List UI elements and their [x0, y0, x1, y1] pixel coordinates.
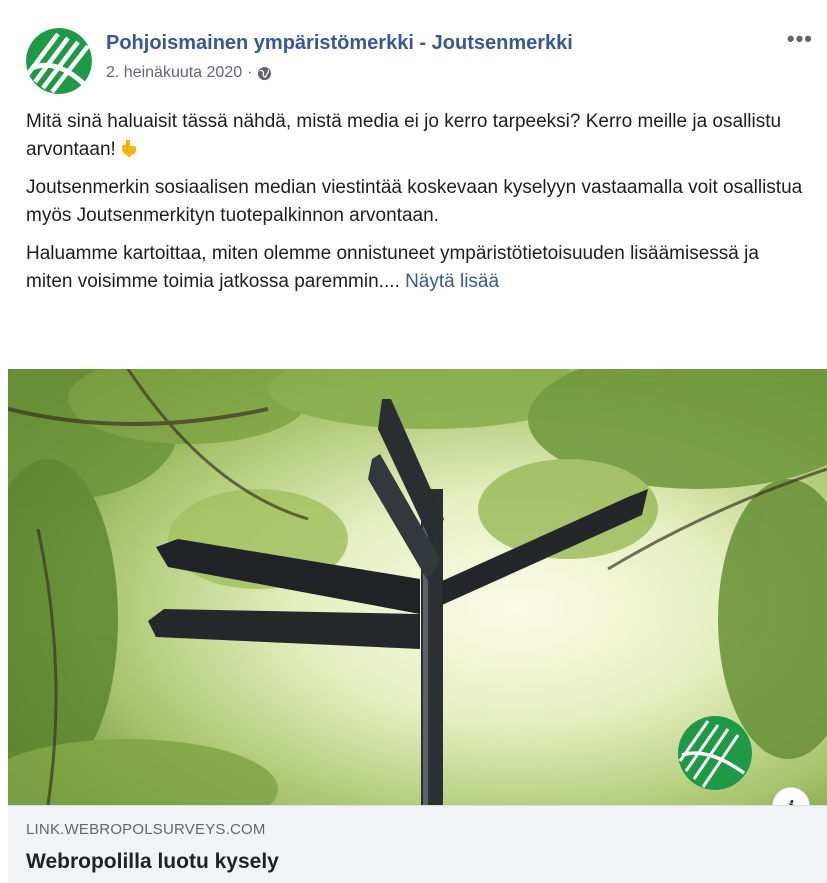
post-paragraph: Mitä sinä haluaisit tässä nähdä, mistä m…	[26, 108, 806, 164]
globe-icon	[258, 66, 272, 80]
post-paragraph: Haluamme kartoittaa, miten olemme onnist…	[26, 240, 806, 296]
paragraph-text: Haluamme kartoittaa, miten olemme onnist…	[26, 243, 759, 292]
nordic-swan-logo	[26, 28, 92, 94]
pointing-down-emoji-icon	[121, 140, 136, 157]
link-preview-image[interactable]	[8, 369, 827, 805]
link-title[interactable]: Webropolilla luotu kysely	[26, 850, 279, 874]
post-paragraph: Joutsenmerkin sosiaalisen median viestin…	[26, 177, 803, 226]
post-date[interactable]: 2. heinäkuuta 2020	[106, 64, 242, 82]
link-domain: LINK.WEBROPOLSURVEYS.COM	[26, 821, 266, 838]
post-meta: 2. heinäkuuta 2020 ·	[106, 64, 272, 82]
signpost-photo	[8, 369, 827, 805]
link-preview-card[interactable]: LINK.WEBROPOLSURVEYS.COM Webropolilla lu…	[8, 805, 827, 883]
post-body: Mitä sinä haluaisit tässä nähdä, mistä m…	[26, 108, 806, 306]
see-more-link[interactable]: Näytä lisää	[405, 271, 499, 292]
page-name-link[interactable]: Pohjoismainen ympäristömerkki - Joutsenm…	[106, 32, 573, 55]
meta-separator: ·	[247, 64, 253, 81]
paragraph-text: Mitä sinä haluaisit tässä nähdä, mistä m…	[26, 111, 782, 160]
more-options-button[interactable]: •••	[787, 26, 813, 52]
page-avatar[interactable]	[26, 28, 92, 94]
post-header: Pohjoismainen ympäristömerkki - Joutsenm…	[0, 0, 827, 100]
